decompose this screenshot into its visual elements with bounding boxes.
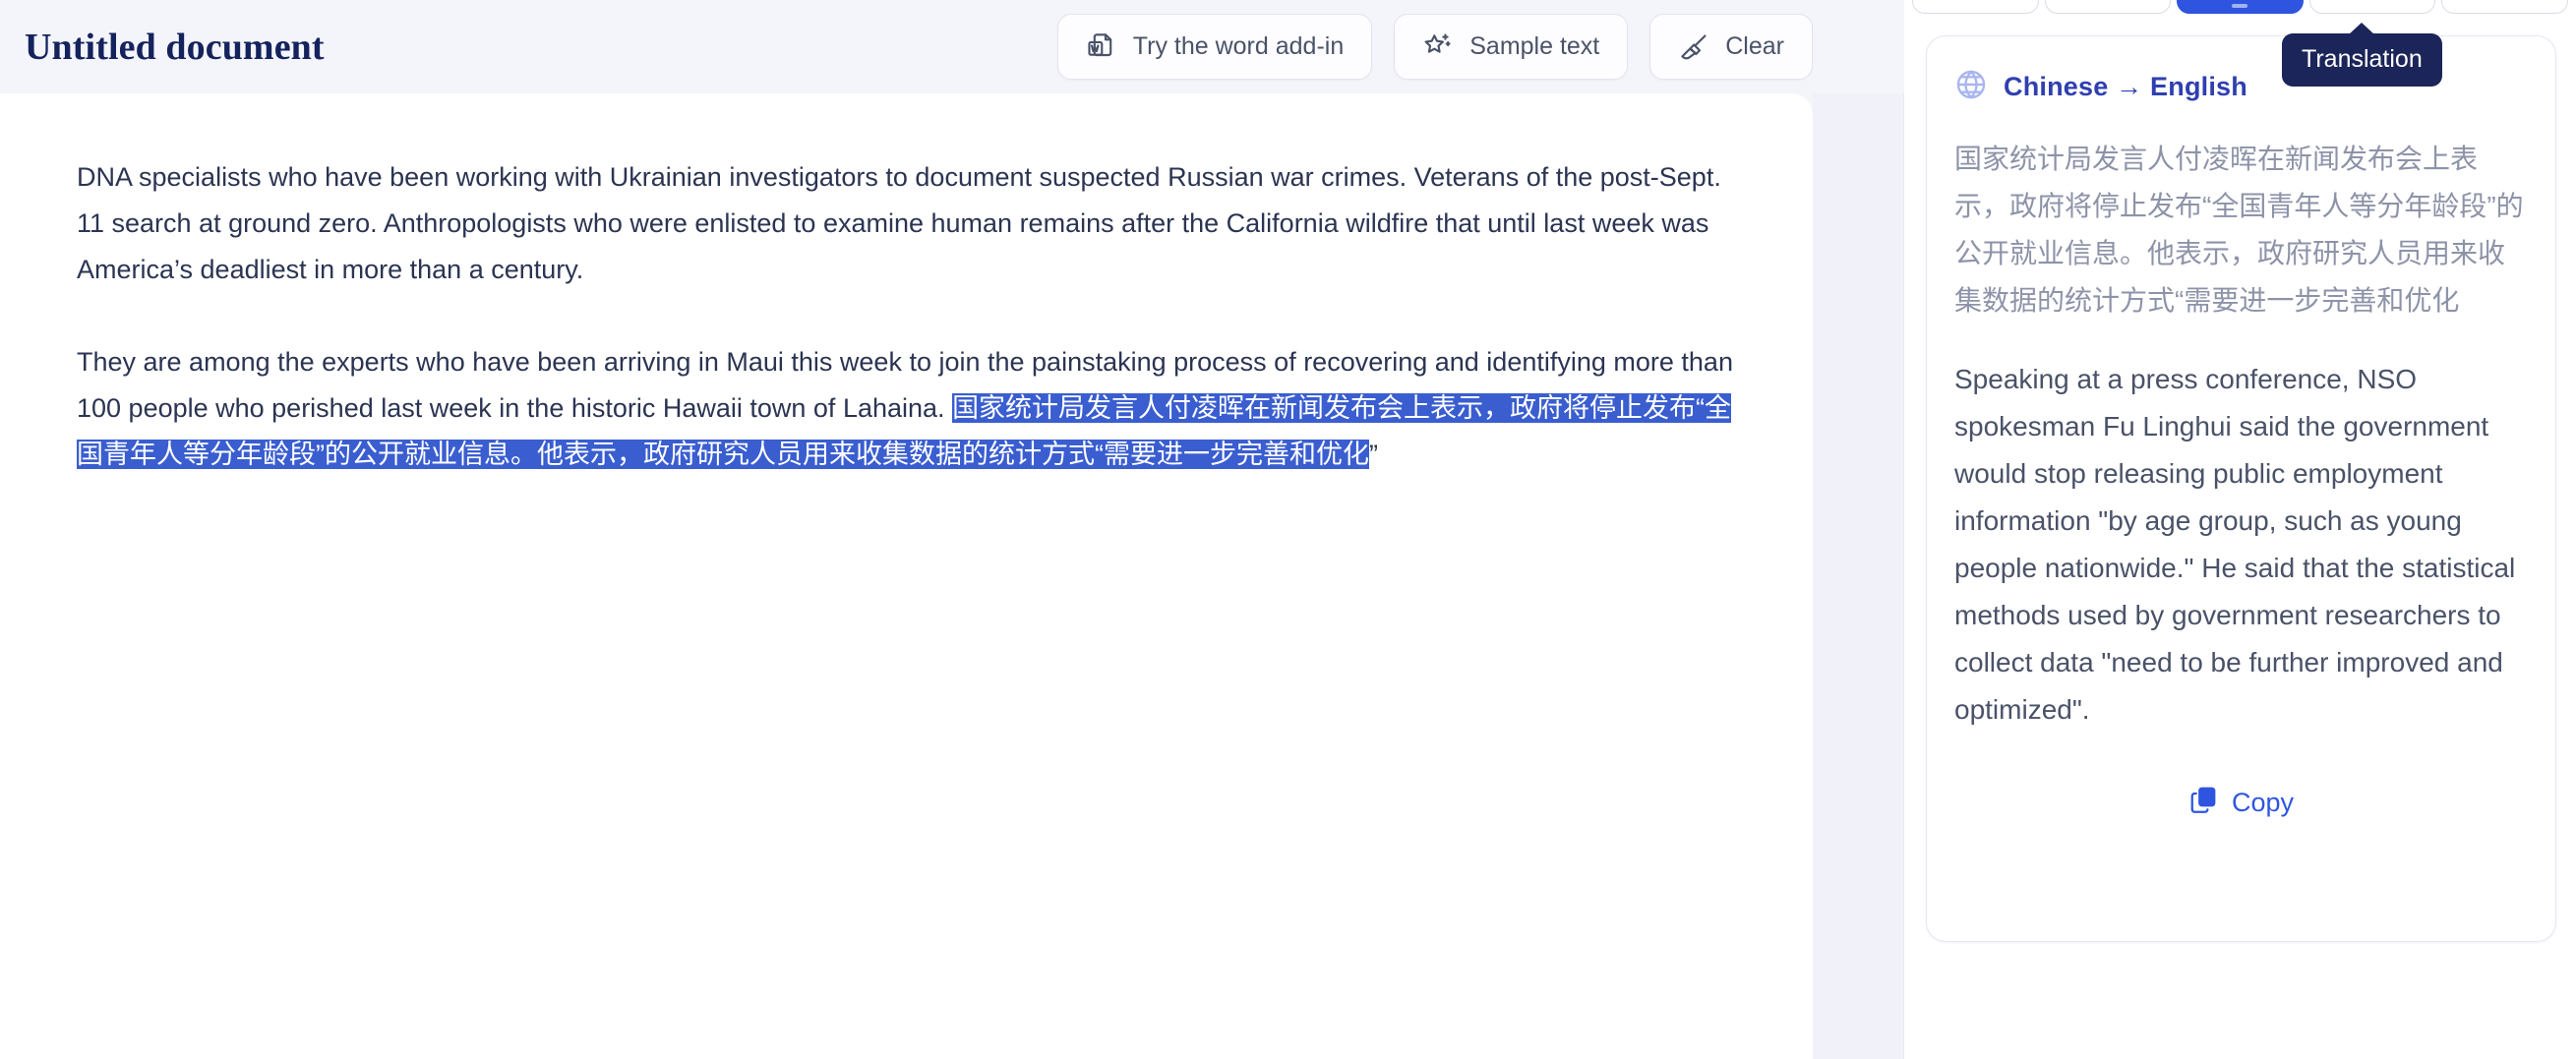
document-title[interactable]: Untitled document <box>25 26 325 69</box>
editor-right-rail <box>1813 93 1904 1059</box>
panel-tab-2[interactable] <box>2044 0 2172 14</box>
editor-column: Untitled document Try the word add-in Sa… <box>0 0 1904 1059</box>
sparkle-star-icon <box>1422 31 1454 63</box>
clear-label: Clear <box>1725 32 1784 60</box>
copy-button[interactable]: Copy <box>2179 779 2304 827</box>
panel-tab-4[interactable] <box>2308 0 2436 14</box>
translated-text: Speaking at a press conference, NSO spok… <box>1954 364 2516 725</box>
word-document-icon <box>1086 31 1117 63</box>
broom-icon <box>1678 31 1709 63</box>
editor-toolbar: Untitled document Try the word add-in Sa… <box>0 0 1904 93</box>
paragraph-1: DNA specialists who have been working wi… <box>77 162 1721 284</box>
sample-text-label: Sample text <box>1469 32 1600 60</box>
copy-icon <box>2188 785 2218 821</box>
try-word-addin-label: Try the word add-in <box>1132 32 1345 60</box>
translation-panel-column: Chinese → English 国家统计局发言人付凌晖在新闻发布会上表示，政… <box>1904 0 2576 1059</box>
panel-tab-5[interactable] <box>2441 0 2568 14</box>
copy-label: Copy <box>2231 788 2295 817</box>
toolbar-actions: Try the word add-in Sample text Clear <box>1056 14 1904 80</box>
panel-tab-1[interactable] <box>1912 0 2039 14</box>
sample-text-button[interactable]: Sample text <box>1394 14 1629 80</box>
document-body[interactable]: DNA specialists who have been working wi… <box>0 93 1813 478</box>
panel-tabs <box>1904 0 2576 14</box>
translation-tooltip: Translation <box>2282 33 2442 87</box>
clear-button[interactable]: Clear <box>1649 14 1813 80</box>
language-pair-label: Chinese → English <box>2004 72 2247 101</box>
source-text: 国家统计局发言人付凌晖在新闻发布会上表示，政府将停止发布“全国青年人等分年龄段”… <box>1954 144 2524 316</box>
globe-icon <box>1954 68 1988 106</box>
copy-row: Copy <box>1954 779 2528 827</box>
panel-tab-3-active[interactable] <box>2177 0 2304 14</box>
paragraph-2: They are among the experts who have been… <box>77 339 1748 478</box>
translation-card: Chinese → English 国家统计局发言人付凌晖在新闻发布会上表示，政… <box>1926 35 2556 942</box>
document-sheet[interactable]: DNA specialists who have been working wi… <box>0 93 1813 1059</box>
app-root: Untitled document Try the word add-in Sa… <box>0 0 2576 1059</box>
paragraph-2-trailing-quote: ” <box>1368 440 1378 469</box>
try-word-addin-button[interactable]: Try the word add-in <box>1056 14 1373 80</box>
